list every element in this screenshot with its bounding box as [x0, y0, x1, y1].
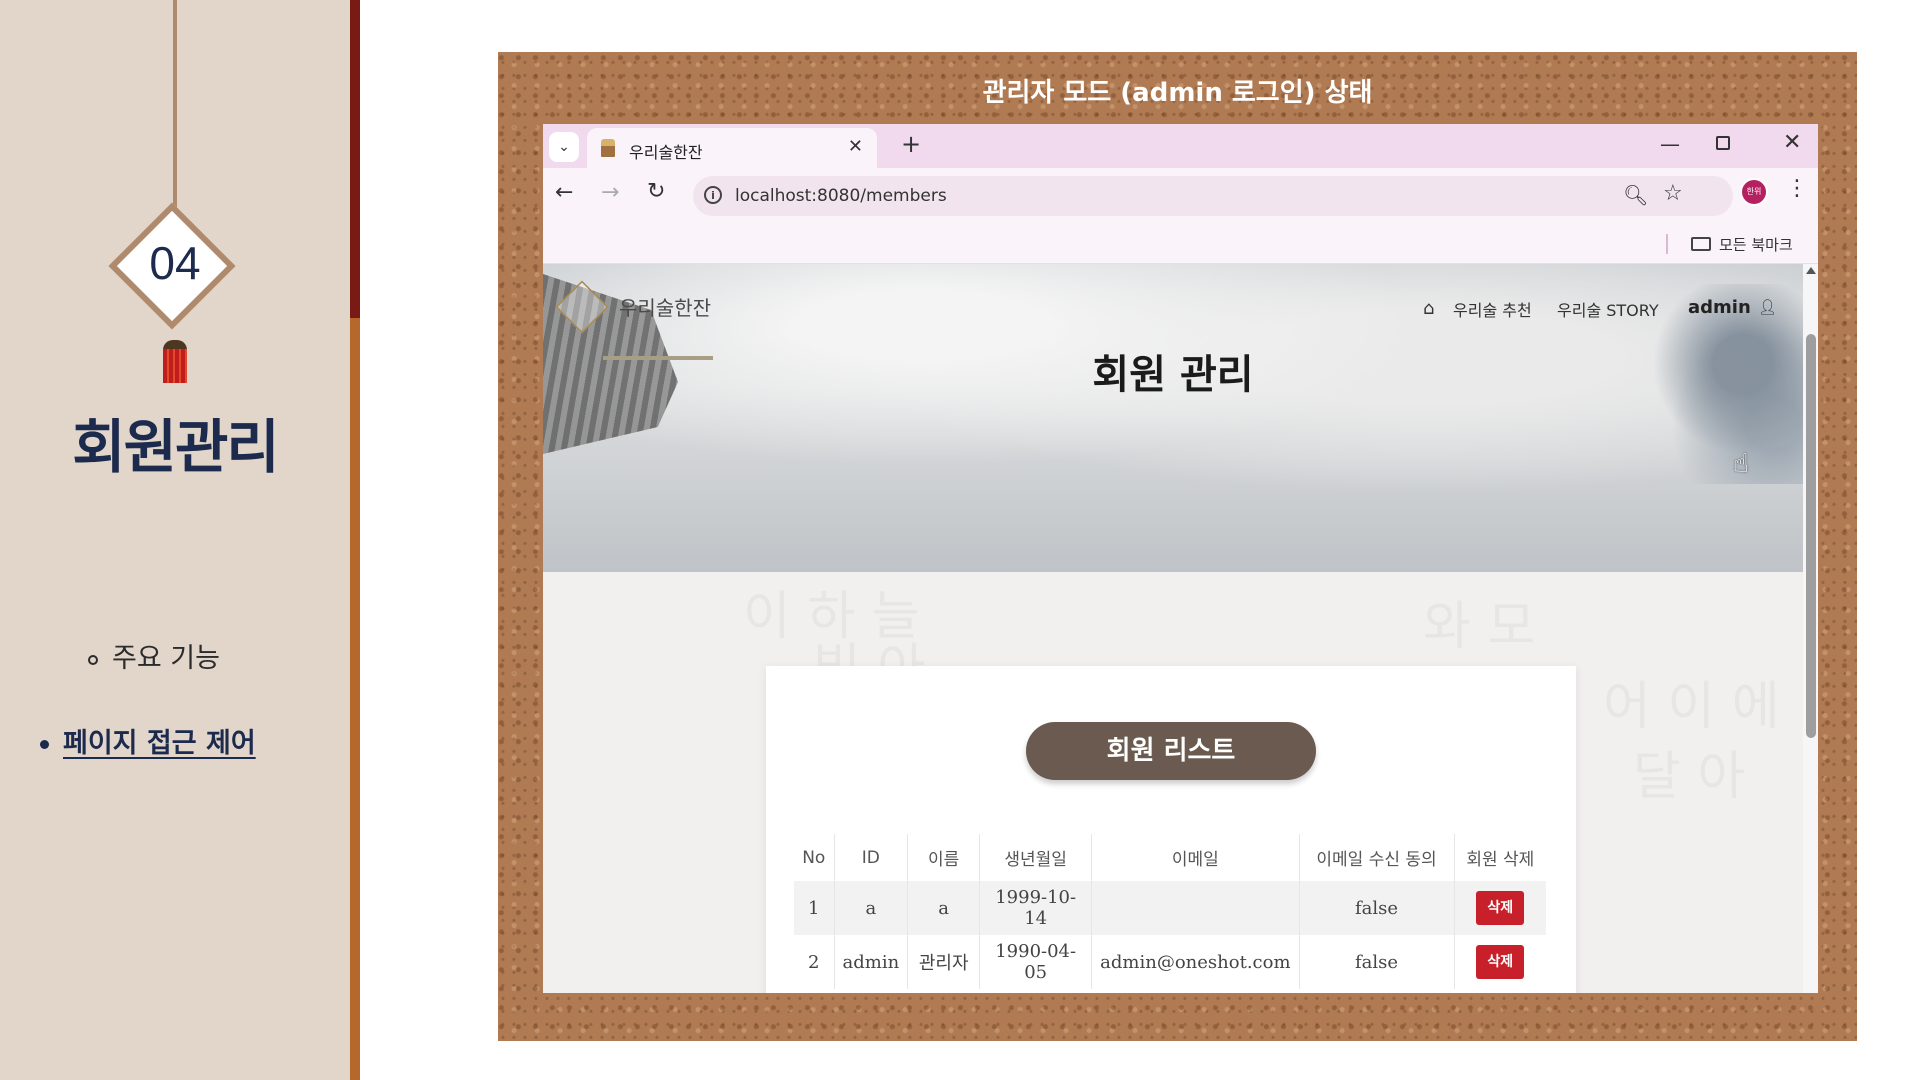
accent-bar-dark — [350, 0, 360, 318]
section-title: 회원관리 — [72, 413, 279, 481]
cell-consent: false — [1299, 881, 1455, 935]
page-title: 회원 관리 — [1092, 351, 1254, 398]
cell-no: 1 — [794, 881, 835, 935]
maximize-button[interactable] — [1716, 136, 1730, 150]
delete-member-button[interactable]: 삭제 — [1476, 891, 1525, 925]
home-icon[interactable]: ⌂ — [1423, 298, 1434, 319]
column-header: 이름 — [907, 834, 981, 881]
background-calligraphy: 달 아 — [1633, 747, 1746, 807]
outline-item-access-control: 페이지 접근 제어 — [40, 721, 256, 760]
scrollbar-thumb[interactable] — [1806, 334, 1816, 738]
tassel-ornament — [163, 349, 187, 383]
bookmark-star-icon[interactable]: ☆ — [1663, 181, 1683, 206]
folder-icon[interactable] — [1691, 237, 1711, 251]
cell-email — [1091, 881, 1300, 935]
column-header: 회원 삭제 — [1454, 834, 1547, 881]
column-header: 이메일 — [1091, 834, 1300, 881]
tab-active[interactable]: 우리술한잔 ✕ — [587, 128, 877, 168]
hanging-string — [173, 0, 177, 212]
background-calligraphy: 와 모 — [1423, 597, 1536, 657]
reload-button[interactable]: ↻ — [647, 179, 665, 204]
column-header: 이메일 수신 동의 — [1299, 834, 1455, 881]
column-header: No — [794, 834, 835, 881]
cell-id: admin — [834, 935, 909, 989]
hand-cursor-icon: ☝ — [1733, 449, 1749, 479]
all-bookmarks-link[interactable]: 모든 북마크 — [1719, 234, 1793, 255]
favicon-icon — [601, 139, 615, 157]
profile-avatar[interactable]: 한위 — [1740, 178, 1768, 206]
table-row: 2 admin 관리자 1990-04-05 admin@oneshot.com… — [794, 935, 1547, 989]
outline-item-label: 주요 기능 — [112, 643, 220, 674]
browser-window: ⌄ 우리술한잔 ✕ + — ✕ ← → ↻ i localhost:8080/m… — [543, 124, 1818, 993]
minimize-button[interactable]: — — [1660, 132, 1680, 156]
page-viewport: 우리술한잔 ⌂ 우리술 추천 우리술 STORY admin 👤︎ 회원 관리 … — [543, 264, 1803, 993]
cell-name: a — [907, 881, 981, 935]
nav-link-story[interactable]: 우리술 STORY — [1557, 297, 1659, 321]
cell-id: a — [834, 881, 909, 935]
scroll-up-arrow-icon[interactable] — [1806, 267, 1816, 274]
table-row: 1 a a 1999-10-14 false 삭제 — [794, 881, 1547, 935]
cell-birth: 1990-04-05 — [979, 935, 1093, 989]
cell-delete: 삭제 — [1454, 881, 1547, 935]
cell-birth: 1999-10-14 — [979, 881, 1093, 935]
browser-menu-icon[interactable]: ⋮ — [1786, 176, 1808, 201]
cell-no: 2 — [794, 935, 835, 989]
cell-email: admin@oneshot.com — [1091, 935, 1300, 989]
frame-caption: 관리자 모드 (admin 로그인) 상태 — [982, 78, 1373, 108]
delete-member-button[interactable]: 삭제 — [1476, 945, 1525, 979]
new-tab-button[interactable]: + — [901, 130, 921, 158]
cell-delete: 삭제 — [1454, 935, 1547, 989]
bookmarks-bar: 모든 북마크 — [543, 224, 1818, 264]
site-brand[interactable]: 우리술한잔 — [619, 292, 711, 321]
tab-close-icon[interactable]: ✕ — [848, 136, 863, 157]
table-header-row: No ID 이름 생년월일 이메일 이메일 수신 동의 회원 삭제 — [794, 834, 1547, 881]
user-icon[interactable]: 👤︎ — [1758, 298, 1777, 316]
bookmarks-separator — [1666, 234, 1668, 254]
members-list-heading: 회원 리스트 — [1026, 722, 1316, 780]
tab-search-dropdown[interactable]: ⌄ — [549, 132, 579, 162]
tab-bar: ⌄ 우리술한잔 ✕ + — ✕ — [543, 124, 1818, 168]
outline-item-features: 주요 기능 — [88, 636, 220, 675]
accent-bar-light — [350, 318, 360, 1080]
outline-item-label: 페이지 접근 제어 — [63, 728, 256, 759]
members-card: 회원 리스트 No ID 이름 생년월일 이메일 이메일 수신 동의 회원 삭제 — [766, 666, 1576, 993]
nav-user-name[interactable]: admin — [1688, 297, 1751, 318]
back-button[interactable]: ← — [555, 180, 573, 205]
cell-consent: false — [1299, 935, 1455, 989]
cell-name: 관리자 — [907, 935, 981, 989]
address-bar[interactable]: i localhost:8080/members 🔍︎ ☆ — [693, 176, 1733, 216]
tab-title: 우리술한잔 — [629, 143, 703, 162]
zoom-icon[interactable]: 🔍︎ — [1623, 183, 1648, 207]
url-text[interactable]: localhost:8080/members — [735, 186, 947, 206]
nav-link-recommend[interactable]: 우리술 추천 — [1453, 297, 1532, 321]
close-window-button[interactable]: ✕ — [1783, 130, 1801, 155]
filled-bullet-icon — [40, 740, 49, 749]
forward-button[interactable]: → — [601, 180, 619, 205]
hollow-bullet-icon — [88, 654, 98, 665]
members-table: No ID 이름 생년월일 이메일 이메일 수신 동의 회원 삭제 1 a a — [794, 834, 1547, 989]
background-calligraphy: 어 이 에 — [1603, 677, 1780, 737]
column-header: ID — [834, 834, 909, 881]
section-number: 04 — [149, 237, 201, 289]
column-header: 생년월일 — [979, 834, 1093, 881]
hero-banner: 우리술한잔 ⌂ 우리술 추천 우리술 STORY admin 👤︎ 회원 관리 … — [543, 264, 1803, 572]
browser-toolbar: ← → ↻ i localhost:8080/members 🔍︎ ☆ 한위 ⋮ — [543, 168, 1818, 224]
site-info-icon[interactable]: i — [704, 186, 722, 204]
